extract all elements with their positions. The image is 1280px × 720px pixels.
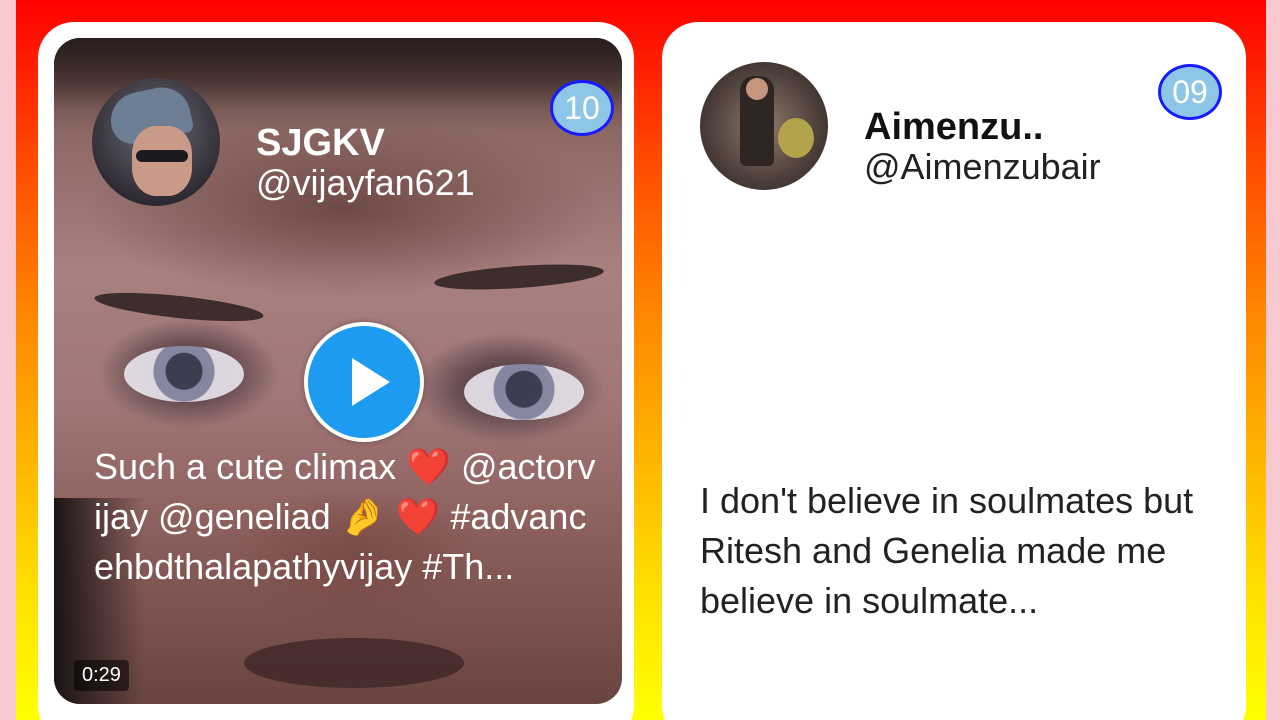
video-duration: 0:29: [74, 660, 129, 691]
plant-graphic: [778, 118, 814, 158]
tweet-text: I don't believe in soulmates but Ritesh …: [700, 480, 1194, 621]
video-frame-brow: [433, 260, 605, 294]
avatar[interactable]: [700, 62, 828, 190]
video-frame-brow: [93, 287, 265, 327]
rank-badge: 10: [550, 80, 614, 136]
video-frame-mustache: [244, 638, 464, 688]
face-graphic: [746, 78, 768, 100]
avatar[interactable]: [92, 78, 220, 206]
tweet-text: Such a cute climax ❤️ @actorvijay @genel…: [94, 446, 596, 587]
tweet-card-text[interactable]: Aimenzu.. @Aimenzubair 09 I don't believ…: [662, 22, 1246, 720]
play-icon: [352, 358, 390, 406]
rank-badge: 09: [1158, 64, 1222, 120]
display-name[interactable]: SJGKV: [256, 122, 385, 165]
user-handle[interactable]: @Aimenzubair: [864, 146, 1119, 188]
video-frame-eye: [124, 346, 244, 402]
sunglasses-graphic: [136, 150, 188, 162]
video-thumbnail[interactable]: SJGKV @vijayfan621 10 Such a cute climax…: [54, 38, 622, 704]
display-name[interactable]: Aimenzu..: [864, 106, 1043, 149]
play-button[interactable]: [304, 322, 424, 442]
user-handle[interactable]: @vijayfan621: [256, 162, 511, 204]
video-frame-eye: [464, 364, 584, 420]
tweet-carousel: SJGKV @vijayfan621 10 Such a cute climax…: [16, 0, 1266, 720]
tweet-card-video[interactable]: SJGKV @vijayfan621 10 Such a cute climax…: [38, 22, 634, 720]
